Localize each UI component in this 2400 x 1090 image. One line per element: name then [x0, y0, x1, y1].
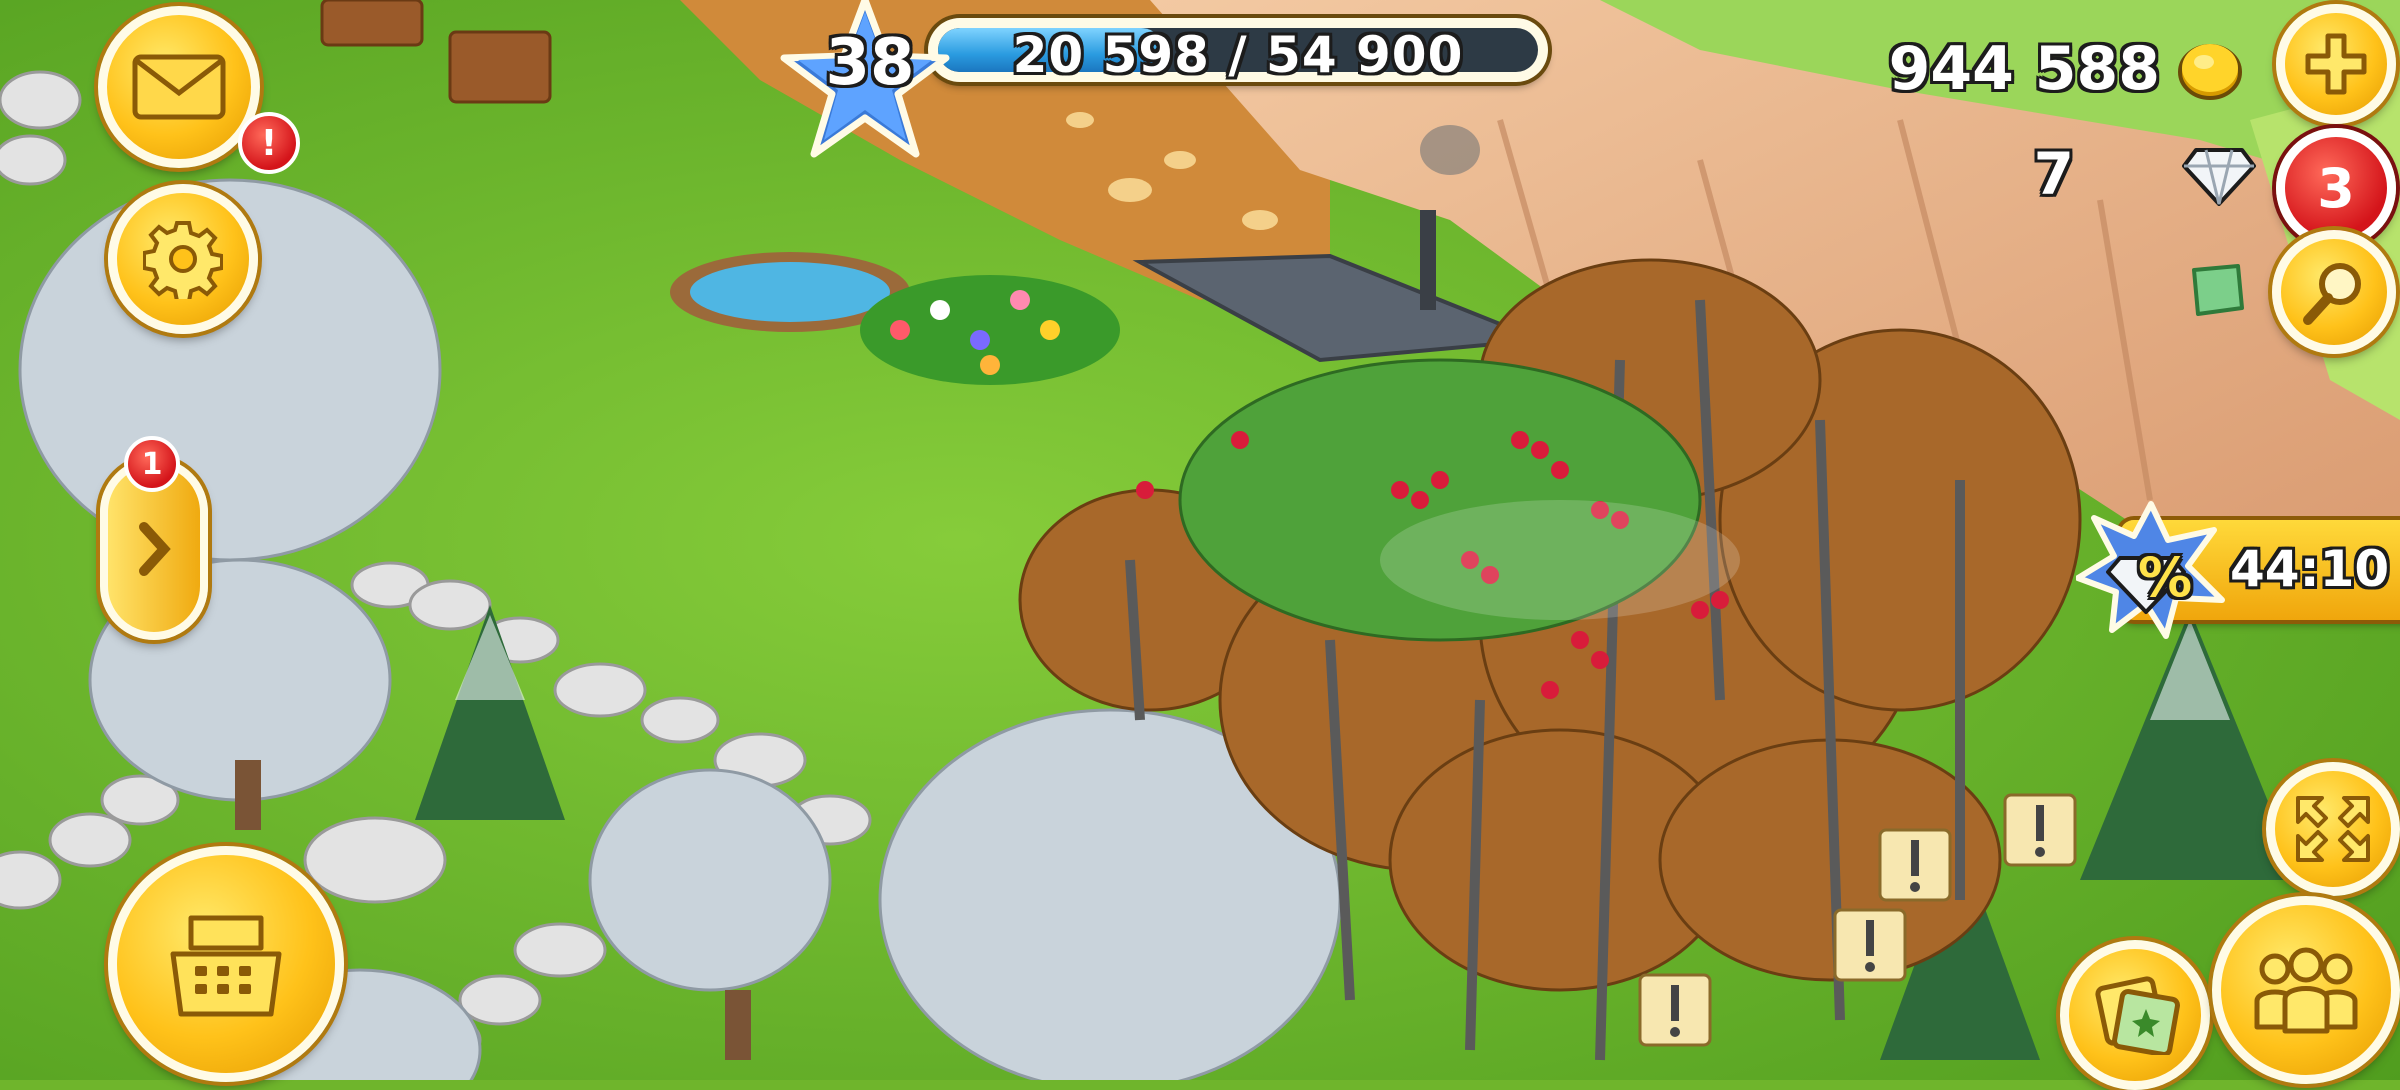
tiles-button[interactable] — [2060, 940, 2210, 1090]
newspaper-icon[interactable] — [2186, 262, 2246, 318]
shop-button[interactable] — [108, 846, 344, 1082]
friends-button[interactable] — [2212, 896, 2400, 1084]
player-level: 38 — [825, 26, 915, 100]
magnifier-icon — [2303, 263, 2361, 325]
mail-icon — [132, 54, 226, 120]
gear-icon — [143, 221, 223, 299]
diamond-icon — [2182, 148, 2256, 206]
sale-countdown-timer: 44:10 — [2230, 540, 2390, 598]
plus-icon — [2305, 33, 2367, 95]
mail-notification-badge: ! — [238, 112, 300, 174]
add-coins-button[interactable] — [2276, 4, 2396, 124]
friends-icon — [2254, 947, 2358, 1034]
side-panel-badge: 1 — [124, 436, 180, 492]
mail-button[interactable] — [98, 6, 260, 168]
expand-arrows-icon — [2296, 796, 2370, 862]
coin-icon — [2178, 44, 2242, 100]
xp-progress-text: 20 598 / 54 900 — [1012, 26, 1464, 84]
search-button[interactable] — [2272, 230, 2396, 354]
diamonds-counter: 7 — [2033, 140, 2074, 208]
tile-cards-icon — [2095, 976, 2180, 1055]
settings-button[interactable] — [108, 184, 258, 334]
coins-counter: 944 588 — [1888, 34, 2160, 104]
chevron-right-icon — [139, 522, 171, 576]
sale-percent-symbol: % — [2138, 546, 2193, 609]
cash-register-icon — [170, 915, 282, 1017]
fullscreen-toggle-button[interactable] — [2266, 762, 2400, 896]
xp-progress-bar: 20 598 / 54 900 — [928, 18, 1548, 84]
